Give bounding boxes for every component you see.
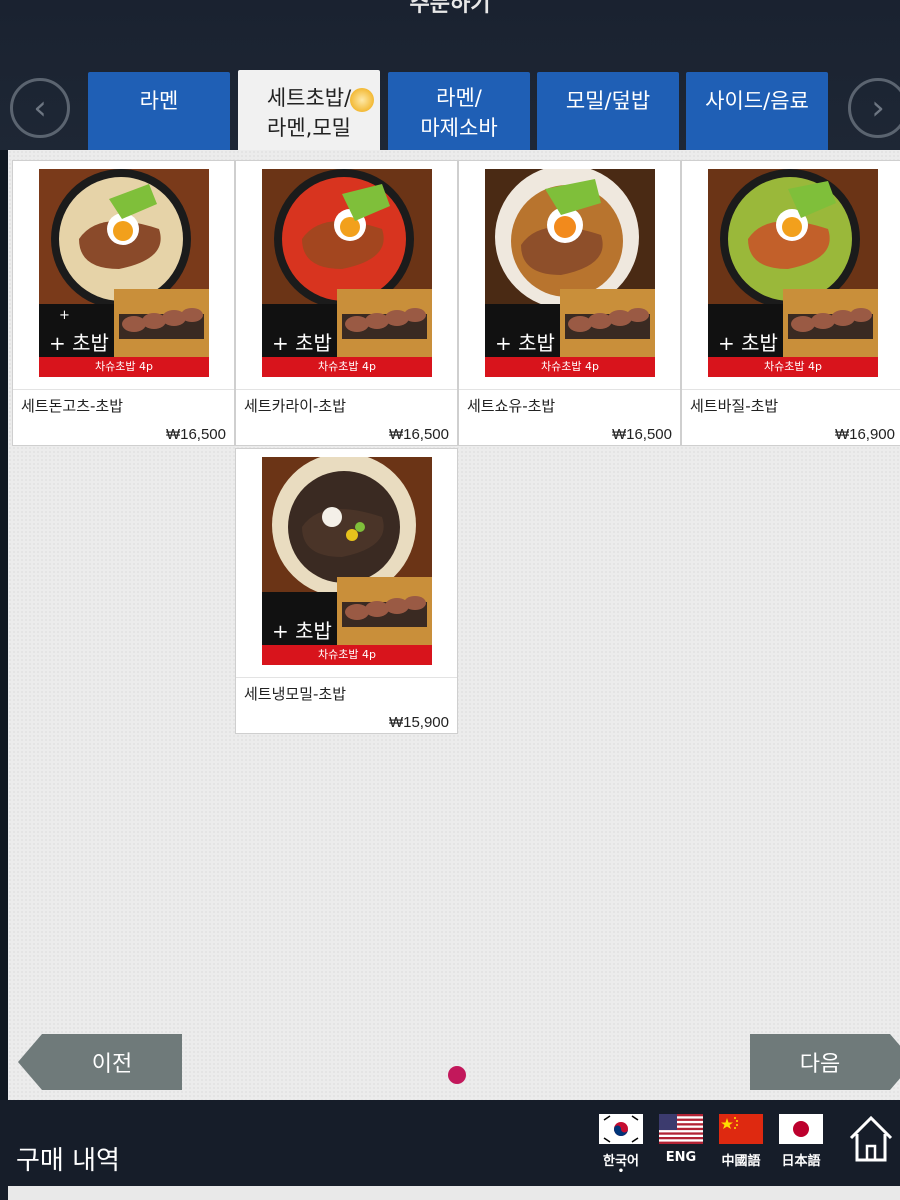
menu-item-card[interactable]: + 초밥 차슈초밥 4p 세트쇼유-초밥 ₩16,500 (458, 160, 681, 446)
menu-item-card[interactable]: + 초밥 차슈초밥 4p 세트냉모밀-초밥 ₩15,900 (235, 448, 458, 734)
menu-item-price: ₩16,900 (834, 426, 895, 443)
tab-side-drinks[interactable]: 사이드/음료 (686, 72, 828, 152)
svg-text:+: + (59, 308, 70, 323)
menu-item-image: + 초밥 차슈초밥 4p (262, 169, 432, 377)
sushi-badge: + 초밥 (49, 331, 109, 355)
menu-item-name: 세트쇼유-초밥 (467, 397, 556, 415)
sushi-badge: + 초밥 (718, 331, 778, 355)
next-page-label: 다음 (799, 1052, 841, 1077)
menu-item-name: 세트바질-초밥 (690, 397, 779, 415)
menu-item-name: 세트돈고츠-초밥 (21, 397, 124, 415)
menu-item-card[interactable]: + 초밥 차슈초밥 4p 세트카라이-초밥 ₩16,500 (235, 160, 458, 446)
footer-bar (0, 1100, 900, 1200)
sushi-badge: + 초밥 (495, 331, 555, 355)
language-korean[interactable]: 한국어 (598, 1114, 644, 1175)
tab-ramen[interactable]: 라멘 (88, 72, 230, 152)
menu-item-price: ₩16,500 (611, 426, 672, 443)
divider (236, 389, 457, 390)
language-label: 中國語 (721, 1154, 761, 1169)
sushi-banner: 차슈초밥 4p (95, 360, 153, 373)
menu-item-name: 세트카라이-초밥 (244, 397, 347, 415)
tab-soba-rice-bowl[interactable]: 모밀/덮밥 (537, 72, 679, 152)
menu-item-name: 세트냉모밀-초밥 (244, 685, 347, 703)
sushi-banner: 차슈초밥 4p (318, 648, 376, 661)
menu-item-card[interactable]: + + 초밥 차슈초밥 4p 세트돈고츠-초밥 ₩16,500 (12, 160, 235, 446)
china-flag-icon (719, 1114, 763, 1144)
touch-indicator (350, 88, 374, 112)
tab-label: 세트초밥/ 라멘,모밀 (266, 86, 352, 140)
menu-item-image: + 초밥 차슈초밥 4p (708, 169, 878, 377)
menu-item-image: + 초밥 차슈초밥 4p (485, 169, 655, 377)
language-label: 日本語 (781, 1154, 821, 1169)
japan-flag-icon (779, 1114, 823, 1144)
menu-item-image: + + 초밥 차슈초밥 4p (39, 169, 209, 377)
prev-page-button[interactable]: 이전 (18, 1034, 182, 1090)
purchase-history-label[interactable]: 구매 내역 (16, 1140, 120, 1177)
sushi-badge: + 초밥 (272, 331, 332, 355)
page-title: 주문하기 (409, 0, 491, 17)
divider (459, 389, 680, 390)
order-list-strip (8, 1186, 900, 1200)
language-label: 한국어 (598, 1150, 644, 1175)
tab-set-sushi-ramen-soba[interactable]: 세트초밥/ 라멘,모밀 (238, 70, 380, 154)
tab-label: 라멘 (139, 89, 179, 113)
chevron-right-icon[interactable]: › (848, 78, 900, 138)
divider (236, 677, 457, 678)
language-chinese[interactable]: 中國語 (718, 1114, 764, 1169)
language-label: ENG (665, 1150, 697, 1165)
sushi-banner: 차슈초밥 4p (541, 360, 599, 373)
language-english[interactable]: ENG (658, 1114, 704, 1165)
menu-item-image: + 초밥 차슈초밥 4p (262, 457, 432, 665)
korea-flag-icon (599, 1114, 643, 1144)
prev-page-label: 이전 (91, 1052, 133, 1077)
tab-label: 모밀/덮밥 (565, 89, 651, 113)
page-indicator-dot (448, 1066, 466, 1084)
sushi-banner: 차슈초밥 4p (764, 360, 822, 373)
next-page-button[interactable]: 다음 (750, 1034, 900, 1090)
language-japanese[interactable]: 日本語 (778, 1114, 824, 1169)
tab-ramen-mazesoba[interactable]: 라멘/ 마제소바 (388, 72, 530, 152)
menu-item-price: ₩16,500 (165, 426, 226, 443)
divider (13, 389, 234, 390)
home-icon[interactable] (848, 1114, 894, 1164)
tab-label: 라멘/ 마제소바 (420, 86, 498, 140)
tab-label: 사이드/음료 (705, 89, 809, 113)
sushi-banner: 차슈초밥 4p (318, 360, 376, 373)
menu-item-price: ₩16,500 (388, 426, 449, 443)
menu-grid: + + 초밥 차슈초밥 4p 세트돈고츠-초밥 ₩16,500 + 초밥 차슈초… (8, 150, 900, 1100)
usa-flag-icon (659, 1114, 703, 1144)
chevron-left-icon[interactable]: ‹ (10, 78, 70, 138)
menu-item-price: ₩15,900 (388, 714, 449, 731)
sushi-badge: + 초밥 (272, 619, 332, 643)
menu-item-card[interactable]: + 초밥 차슈초밥 4p 세트바질-초밥 ₩16,900 (681, 160, 900, 446)
divider (682, 389, 900, 390)
